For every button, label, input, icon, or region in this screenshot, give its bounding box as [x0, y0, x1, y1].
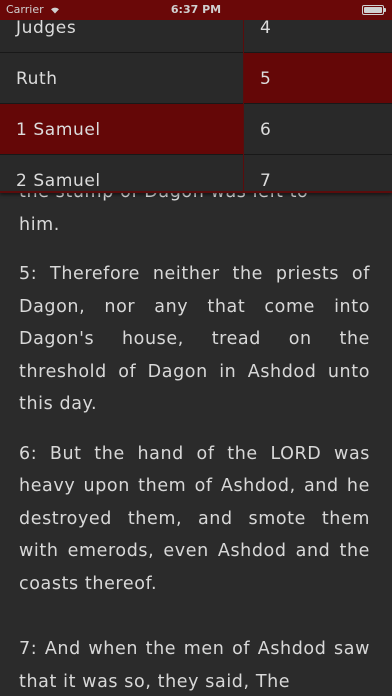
partial-line-end: him.: [19, 214, 60, 235]
chapter-row-7[interactable]: 7: [244, 155, 392, 193]
verse-7: 7: And when the men of Ashdod saw that i…: [19, 639, 370, 692]
status-time: 6:37 PM: [170, 3, 222, 16]
status-bar: Carrier 6:37 PM: [0, 0, 392, 20]
book-row-1-samuel[interactable]: 1 Samuel: [0, 104, 243, 155]
chapter-list[interactable]: 4 5 6 7: [243, 0, 392, 193]
book-row-2-samuel[interactable]: 2 Samuel: [0, 155, 243, 193]
book-label: 2 Samuel: [16, 171, 101, 191]
book-row-ruth[interactable]: Ruth: [0, 53, 243, 104]
verse-5: 5: Therefore neither the priests of Dago…: [19, 264, 370, 414]
book-label: Ruth: [16, 69, 58, 89]
chapter-row-6[interactable]: 6: [244, 104, 392, 155]
chapter-label: 5: [260, 69, 272, 89]
chapter-text: the stump of Dagon was left to him. 5: T…: [19, 176, 370, 696]
picker-divider: [0, 191, 392, 193]
verse-6: 6: But the hand of the LORD was heavy up…: [19, 443, 370, 594]
book-list[interactable]: Judges Ruth 1 Samuel 2 Samuel: [0, 0, 243, 193]
book-label: 1 Samuel: [16, 120, 101, 140]
chapter-label: 4: [260, 18, 272, 38]
battery-icon: [362, 5, 386, 15]
chapter-label: 6: [260, 120, 272, 140]
battery-fill: [364, 7, 382, 13]
chapter-row-5[interactable]: 5: [244, 53, 392, 104]
book-chapter-picker[interactable]: Judges Ruth 1 Samuel 2 Samuel 4 5 6 7: [0, 0, 392, 193]
chapter-label: 7: [260, 171, 272, 191]
book-label: Judges: [16, 18, 77, 38]
